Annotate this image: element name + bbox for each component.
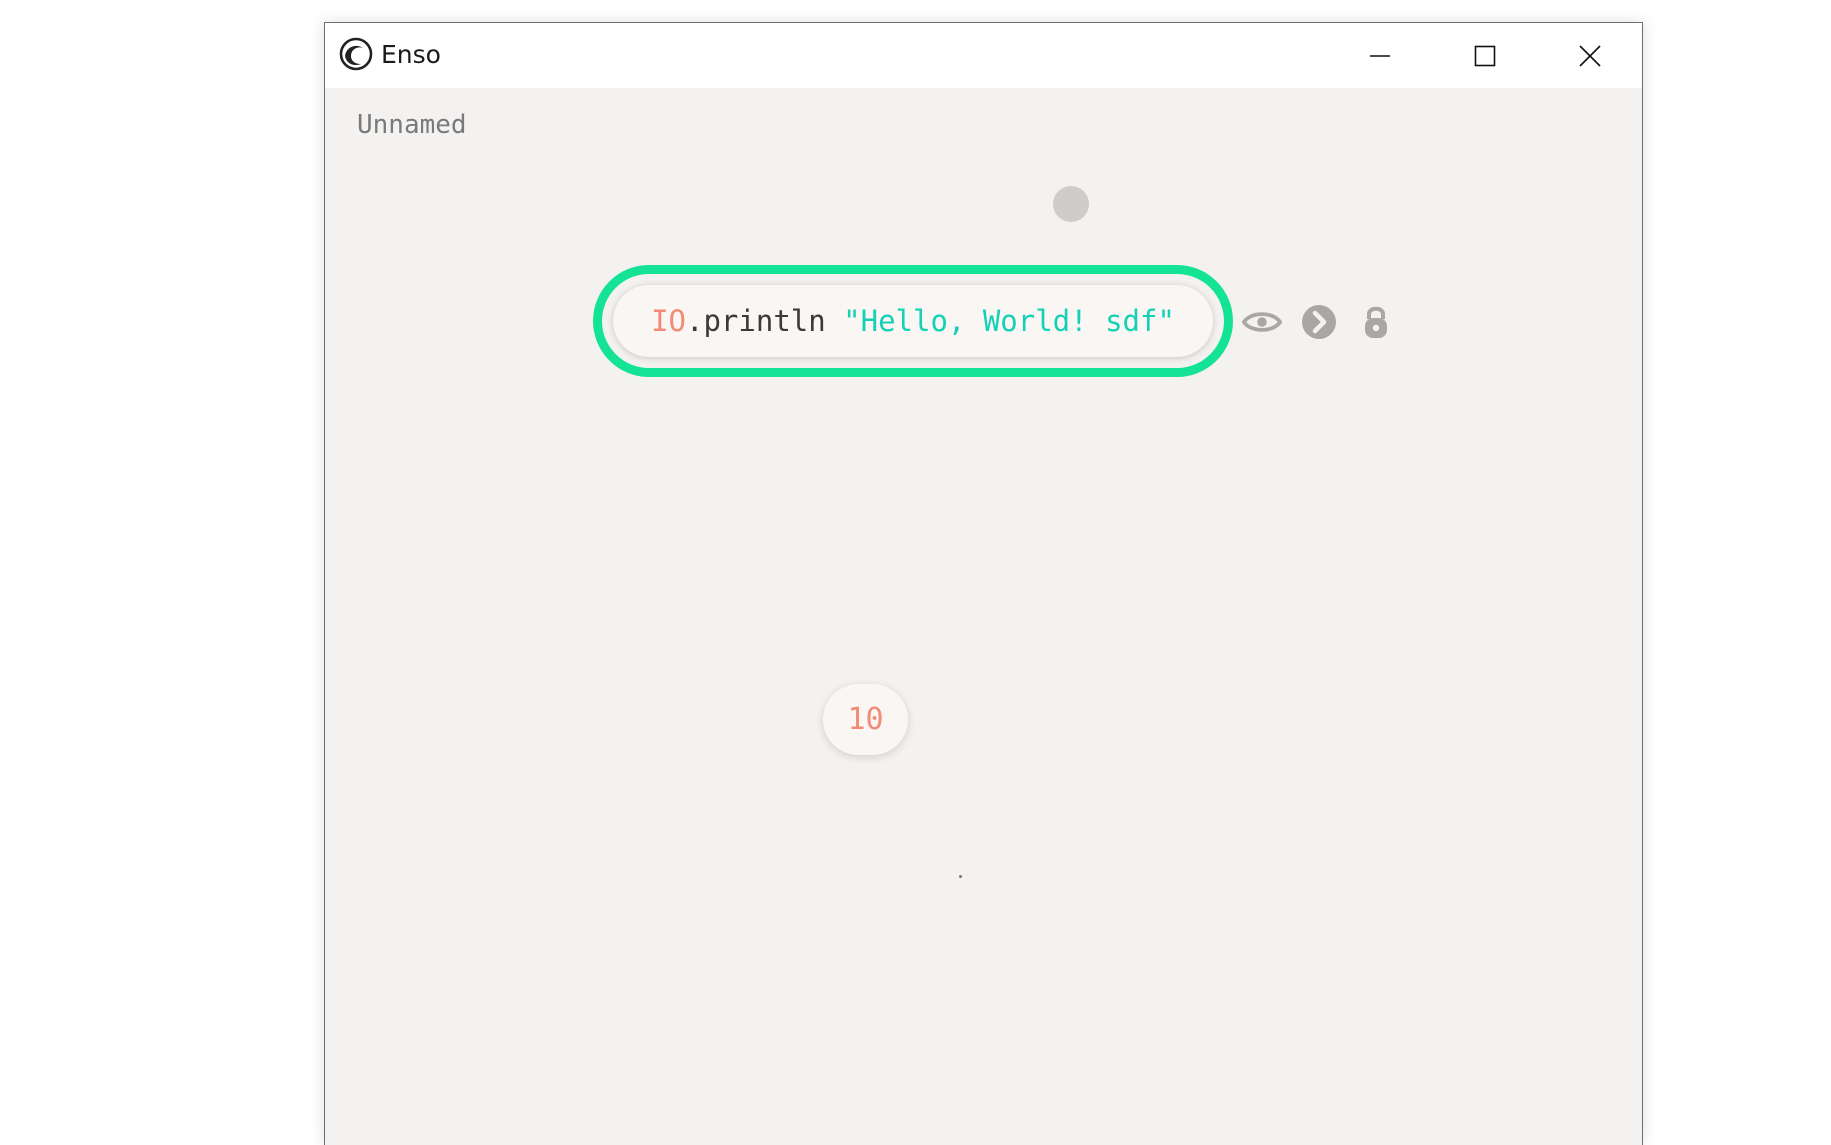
string-token[interactable]: "Hello, World! sdf" <box>843 304 1175 338</box>
desktop: Enso Unnamed IO .println "Hello, World! … <box>0 0 1831 1145</box>
type-token[interactable]: IO <box>651 304 686 338</box>
maximize-icon <box>1474 45 1496 66</box>
title-bar[interactable]: Enso <box>325 23 1642 88</box>
node-expression[interactable]: IO .println "Hello, World! sdf" <box>613 285 1213 357</box>
window-title: Enso <box>381 40 441 69</box>
close-button[interactable] <box>1538 23 1642 88</box>
visualization-toggle-button[interactable] <box>1242 302 1282 342</box>
output-port[interactable] <box>1053 186 1089 222</box>
enter-node-button[interactable] <box>1299 302 1339 342</box>
close-icon <box>1579 44 1601 67</box>
println-node[interactable]: IO .println "Hello, World! sdf" <box>593 265 1233 377</box>
enso-logo-icon <box>339 37 373 71</box>
lock-icon <box>1365 306 1387 338</box>
maximize-button[interactable] <box>1433 23 1537 88</box>
eye-icon <box>1242 312 1282 332</box>
minimize-icon <box>1370 54 1390 57</box>
literal-node[interactable]: 10 <box>823 684 908 755</box>
canvas-cursor <box>959 875 962 878</box>
freeze-node-button[interactable] <box>1356 302 1396 342</box>
project-name[interactable]: Unnamed <box>357 112 467 138</box>
node-action-bar <box>1242 302 1413 342</box>
enso-window: Enso Unnamed IO .println "Hello, World! … <box>324 22 1643 1145</box>
minimize-button[interactable] <box>1328 23 1432 88</box>
method-token[interactable]: .println <box>686 304 826 338</box>
chevron-right-icon <box>1302 305 1336 339</box>
